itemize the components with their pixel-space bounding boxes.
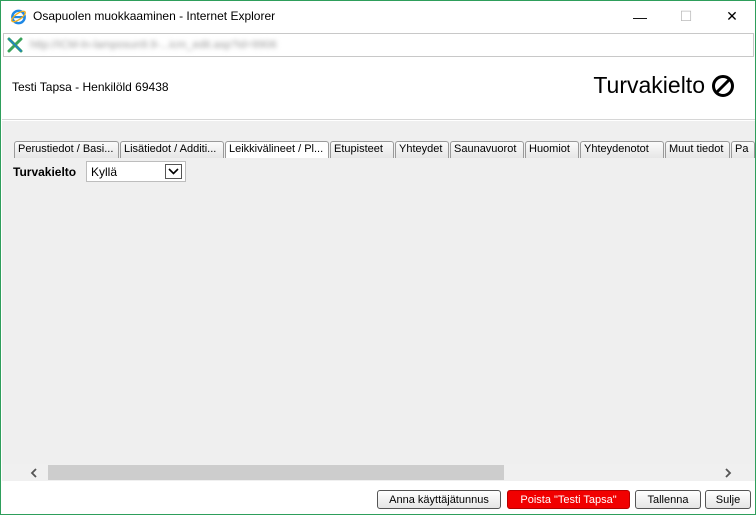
tab-strip: Perustiedot / Basi... Lisätiedot / Additi…: [14, 141, 756, 158]
footer-actions: Anna käyttäjätunnus Poista "Testi Tapsa"…: [2, 481, 755, 514]
scroll-left-icon[interactable]: [26, 465, 42, 480]
url-text: http://ICM-ln-lamposun9.9-...icm_edit.as…: [30, 39, 277, 51]
tab-2[interactable]: Lisätiedot / Additi...: [120, 141, 224, 158]
delete-person-button[interactable]: Poista "Testi Tapsa": [507, 490, 630, 509]
security-banner: Turvakielto: [593, 72, 735, 99]
select-value: Kyllä: [91, 165, 118, 179]
minimize-button[interactable]: —: [617, 1, 663, 32]
save-button[interactable]: Tallenna: [635, 490, 701, 509]
site-favicon-icon: [7, 37, 23, 53]
tab-1[interactable]: Perustiedot / Basi...: [14, 141, 119, 158]
person-name: Testi Tapsa - Henkilöld 69438: [12, 80, 169, 94]
browser-window: Osapuolen muokkaaminen - Internet Explor…: [0, 0, 756, 515]
banner-title: Turvakielto: [593, 72, 705, 98]
turvakielto-select[interactable]: Kyllä: [86, 161, 186, 182]
tab-10[interactable]: Pa: [731, 141, 755, 158]
tab-6[interactable]: Saunavuorot: [450, 141, 524, 158]
internet-explorer-icon: [11, 9, 26, 25]
horizontal-scrollbar[interactable]: [2, 464, 755, 481]
field-row-turvakielto: Turvakielto Kyllä: [13, 161, 186, 182]
title-bar: Osapuolen muokkaaminen - Internet Explor…: [1, 1, 755, 32]
content-area: Perustiedot / Basi... Lisätiedot / Additi…: [2, 121, 755, 464]
tab-7[interactable]: Huomiot: [525, 141, 579, 158]
tab-9[interactable]: Muut tiedot: [665, 141, 730, 158]
close-button[interactable]: Sulje: [705, 490, 751, 509]
tab-3[interactable]: Leikkivälineet / Pl...: [225, 141, 329, 158]
maximize-button[interactable]: ☐: [663, 1, 709, 32]
field-label: Turvakielto: [13, 164, 77, 179]
tab-4[interactable]: Etupisteet: [330, 141, 394, 158]
tab-5[interactable]: Yhteydet: [395, 141, 449, 158]
close-window-button[interactable]: ✕: [709, 1, 755, 32]
no-entry-icon: [712, 74, 734, 97]
scrollbar-thumb[interactable]: [48, 465, 504, 480]
window-title: Osapuolen muokkaaminen - Internet Explor…: [33, 9, 276, 23]
page-header: Testi Tapsa - Henkilöld 69438 Turvakielt…: [2, 58, 755, 120]
address-bar[interactable]: http://ICM-ln-lamposun9.9-...icm_edit.as…: [3, 33, 754, 57]
tab-8[interactable]: Yhteydenotot: [580, 141, 664, 158]
chevron-down-icon[interactable]: [165, 164, 182, 179]
scroll-right-icon[interactable]: [720, 465, 736, 480]
give-username-button[interactable]: Anna käyttäjätunnus: [377, 490, 501, 509]
